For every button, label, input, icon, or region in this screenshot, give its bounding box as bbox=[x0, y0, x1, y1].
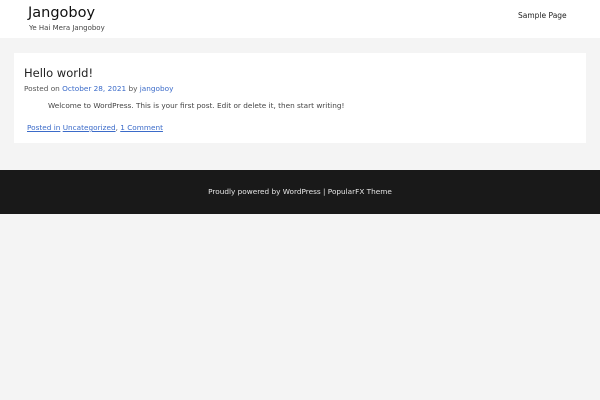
site-title-link[interactable]: Jangoboy bbox=[28, 5, 95, 21]
post-title-link[interactable]: Hello world! bbox=[24, 66, 93, 80]
nav-item-sample-page[interactable]: Sample Page bbox=[518, 11, 567, 20]
site-tagline: Ye Hai Mera Jangoboy bbox=[29, 24, 105, 32]
post-footer: Posted in Uncategorized, 1 Comment bbox=[27, 123, 163, 132]
post-content: Welcome to WordPress. This is your first… bbox=[48, 101, 345, 110]
posted-in-label: Posted in bbox=[27, 123, 61, 132]
footer-separator: , bbox=[115, 123, 118, 132]
site-header: Jangoboy Ye Hai Mera Jangoboy Sample Pag… bbox=[0, 0, 600, 38]
posted-on-label: Posted on bbox=[24, 84, 60, 93]
post-meta: Posted on October 28, 2021 by jangoboy bbox=[24, 84, 173, 93]
post-date-link[interactable]: October 28, 2021 bbox=[62, 84, 126, 93]
comments-link[interactable]: 1 Comment bbox=[120, 123, 163, 132]
site-footer: Proudly powered by WordPress | PopularFX… bbox=[0, 170, 600, 214]
footer-credit: Proudly powered by WordPress | PopularFX… bbox=[208, 187, 392, 196]
post-author-link[interactable]: jangoboy bbox=[140, 84, 174, 93]
category-link[interactable]: Uncategorized bbox=[63, 123, 116, 132]
post-card: Hello world! Posted on October 28, 2021 … bbox=[14, 53, 586, 143]
by-label: by bbox=[128, 84, 138, 93]
